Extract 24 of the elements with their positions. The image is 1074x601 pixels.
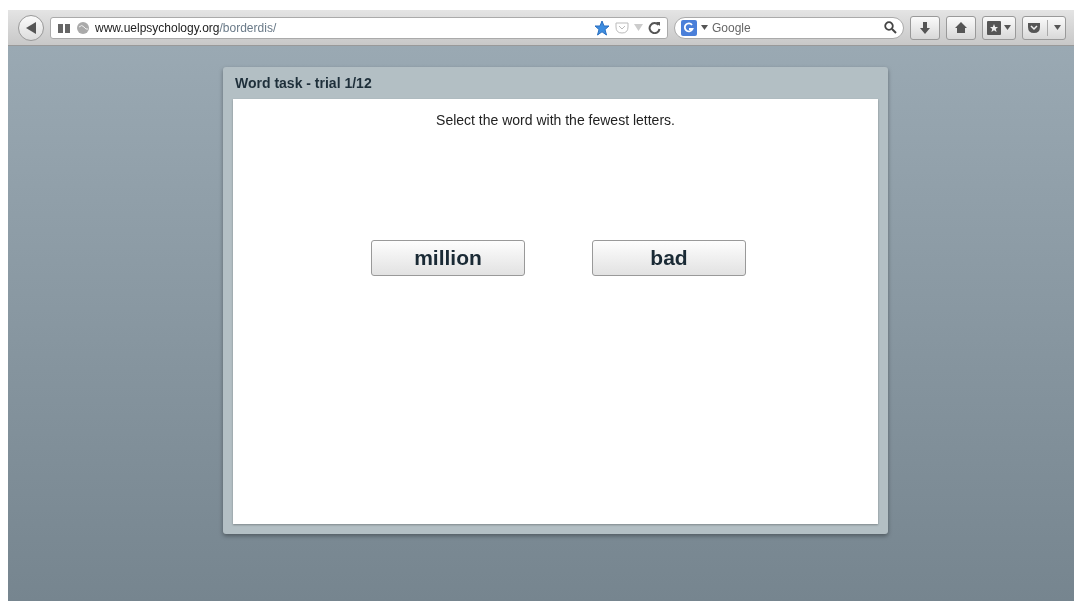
- instruction-text: Select the word with the fewest letters.: [436, 112, 675, 128]
- bookmarks-star-icon: [987, 20, 1001, 35]
- search-field[interactable]: Google: [674, 16, 904, 39]
- back-button[interactable]: [18, 14, 44, 41]
- pocket-icon: [1027, 21, 1041, 34]
- download-arrow-icon: [919, 20, 931, 35]
- dropdown-icon: [1004, 25, 1011, 30]
- globe-icon: [76, 20, 90, 35]
- search-icon[interactable]: [884, 21, 897, 34]
- pocket-button[interactable]: [1022, 15, 1066, 40]
- address-field[interactable]: www.uelpsychology.org/borderdis/: [50, 16, 668, 39]
- dropdown-icon: [1054, 25, 1061, 30]
- download-button[interactable]: [910, 15, 940, 40]
- word-choice-button[interactable]: million: [371, 240, 525, 276]
- bookmark-star-icon[interactable]: [594, 19, 610, 36]
- google-logo-icon[interactable]: [681, 19, 697, 36]
- task-title: Word task - trial 1/12: [234, 74, 373, 93]
- home-button[interactable]: [946, 15, 976, 40]
- reload-icon[interactable]: [648, 21, 661, 34]
- word-choice-button[interactable]: bad: [592, 240, 746, 276]
- home-icon: [954, 21, 968, 34]
- back-arrow-icon: [25, 20, 37, 35]
- dropdown-icon[interactable]: [701, 25, 708, 30]
- bookmarks-button[interactable]: [982, 15, 1016, 40]
